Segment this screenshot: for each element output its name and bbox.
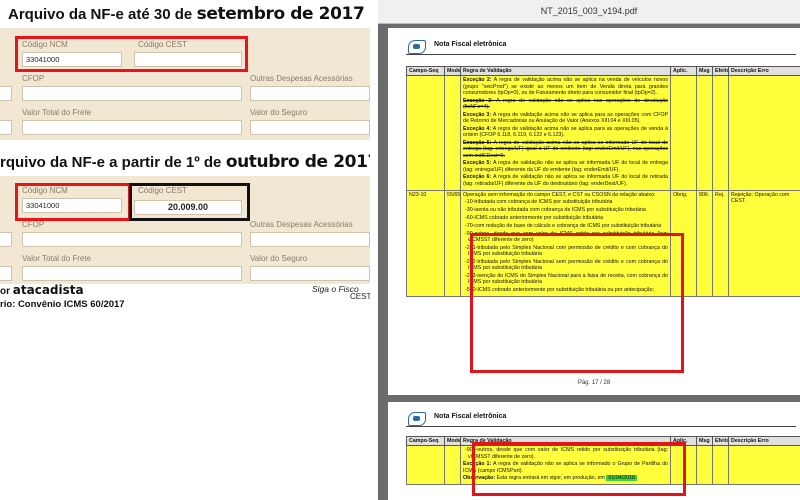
table-header-row: Campo-Seq Modelo Regra de Validação Apli… bbox=[406, 65, 800, 77]
efeito: Rej. bbox=[712, 189, 729, 297]
nfe-logo-icon bbox=[408, 412, 426, 426]
nfe-header-title: Nota Fiscal eletrônica bbox=[434, 413, 507, 420]
seguro-label: Valor do Seguro bbox=[250, 108, 308, 117]
cst-item: -70-com redução de base de cálculo e cob… bbox=[465, 222, 662, 229]
highlight-box-ncm-after bbox=[15, 183, 131, 221]
highlight-box-cest-rule bbox=[470, 233, 684, 373]
pdf-titlebar: NT_2015_003_v194.pdf bbox=[378, 0, 800, 24]
frete-field-2[interactable] bbox=[22, 266, 242, 281]
cfop-label: CFOP bbox=[22, 74, 45, 83]
footer-line1: or atacadista bbox=[0, 283, 84, 297]
nfe-header-title: Nota Fiscal eletrônica bbox=[434, 41, 507, 48]
heading-before-highlight: setembro de 2017 bbox=[196, 4, 365, 24]
cfop-field-left[interactable] bbox=[0, 86, 12, 101]
cfop-field-2[interactable] bbox=[22, 232, 242, 247]
msg: 806 bbox=[696, 189, 713, 297]
regra-intro: Operação sem informação do campo CEST, e… bbox=[463, 191, 656, 198]
cst-item: -30-isenta ou não tributada com cobrança… bbox=[465, 207, 646, 214]
seguro-label-2: Valor do Seguro bbox=[250, 254, 308, 263]
footer-highlight: atacadista bbox=[12, 283, 84, 297]
footer-prefix: or bbox=[0, 286, 10, 297]
modelo: 55/65 bbox=[444, 189, 461, 297]
cst-item: -60-ICMS cobrado anteriormente por subst… bbox=[465, 214, 604, 221]
frete-field-left[interactable] bbox=[0, 120, 12, 135]
highlight-box-cest-after bbox=[129, 183, 250, 221]
frete-field[interactable] bbox=[22, 120, 242, 135]
heading-after: rquivo da NF-e a partir de 1º de outubro… bbox=[0, 152, 370, 172]
frete-label: Valor Total do Frete bbox=[22, 108, 92, 117]
highlight-box-ncm-cest-before bbox=[15, 36, 248, 72]
cfop-label-2: CFOP bbox=[22, 220, 45, 229]
cst-item: -10-tributada com cobrança de ICMS por s… bbox=[465, 199, 613, 206]
exception-item: Exceção 4: A regra de validação acima nã… bbox=[463, 125, 668, 139]
col-msg: Msg bbox=[696, 65, 713, 77]
campo-seq: N23-10 bbox=[406, 189, 445, 297]
cest-side-label: CEST bbox=[350, 292, 370, 301]
footer-line2: rio: Convênio ICMS 60/2017 bbox=[0, 299, 125, 310]
col-regra: Regra de Validação bbox=[460, 65, 671, 77]
header-rule bbox=[406, 426, 796, 427]
col-modelo: Modelo bbox=[444, 65, 461, 77]
heading-after-highlight: outubro de 2017 bbox=[225, 152, 370, 172]
cfop-field[interactable] bbox=[22, 86, 242, 101]
exception-item: Exceção 6: A regra de validação não se a… bbox=[463, 174, 668, 187]
col-aplic: Aplic. bbox=[670, 65, 697, 77]
frete-field-left-2[interactable] bbox=[0, 266, 12, 281]
seguro-field-2[interactable] bbox=[250, 266, 370, 281]
pdf-page-18: Nota Fiscal eletrônica Campo-Seq Modelo … bbox=[388, 402, 800, 500]
exception-item: Exceção 3: A regra de validação acima nã… bbox=[463, 111, 669, 125]
col-erro: Descrição Erro bbox=[728, 65, 800, 77]
header-rule bbox=[406, 54, 796, 55]
page-number: Pág. 17 / 28 bbox=[577, 380, 611, 386]
heading-before: Arquivo da NF-e até 30 de setembro de 20… bbox=[8, 4, 365, 24]
exceptions-cell: Exceção 2: A regra de validação acima nã… bbox=[460, 75, 671, 191]
exception-item: Exceção 3: A regra de validação não se a… bbox=[463, 97, 668, 110]
cfop-field-left-2[interactable] bbox=[0, 232, 12, 247]
table-row: Exceção 2: A regra de validação acima nã… bbox=[406, 75, 800, 191]
heading-after-text: rquivo da NF-e a partir de 1º de bbox=[0, 154, 222, 171]
col-efeito: Efeito bbox=[712, 65, 729, 77]
frete-label-2: Valor Total do Frete bbox=[22, 254, 92, 263]
exception-item: Exceção 5: A regra de validação não se a… bbox=[463, 160, 668, 173]
highlight-box-obs bbox=[472, 442, 686, 496]
left-panel: Arquivo da NF-e até 30 de setembro de 20… bbox=[0, 0, 370, 500]
outras-despesas-label-2: Outras Despesas Acessórias bbox=[250, 220, 353, 229]
outras-despesas-label: Outras Despesas Acessórias bbox=[250, 74, 353, 83]
pdf-title: NT_2015_003_v194.pdf bbox=[540, 6, 638, 16]
descricao-erro: Rejeição: Operação com CEST. bbox=[728, 189, 800, 297]
seguro-field[interactable] bbox=[250, 120, 370, 135]
pdf-viewer[interactable]: NT_2015_003_v194.pdf Nota Fiscal eletrôn… bbox=[378, 0, 800, 500]
exception-item: Exceção 5: A regra de validação acima nã… bbox=[463, 139, 668, 159]
exception-item: Exceção 2: A regra de validação acima nã… bbox=[463, 77, 668, 96]
outras-despesas-field-2[interactable] bbox=[250, 232, 370, 247]
nfe-logo-icon bbox=[408, 40, 426, 54]
col-campo: Campo-Seq bbox=[406, 65, 445, 77]
pdf-page-17: Nota Fiscal eletrônica Campo-Seq Modelo … bbox=[388, 28, 800, 395]
heading-before-text: Arquivo da NF-e até 30 de bbox=[8, 6, 193, 23]
outras-despesas-field[interactable] bbox=[250, 86, 370, 101]
